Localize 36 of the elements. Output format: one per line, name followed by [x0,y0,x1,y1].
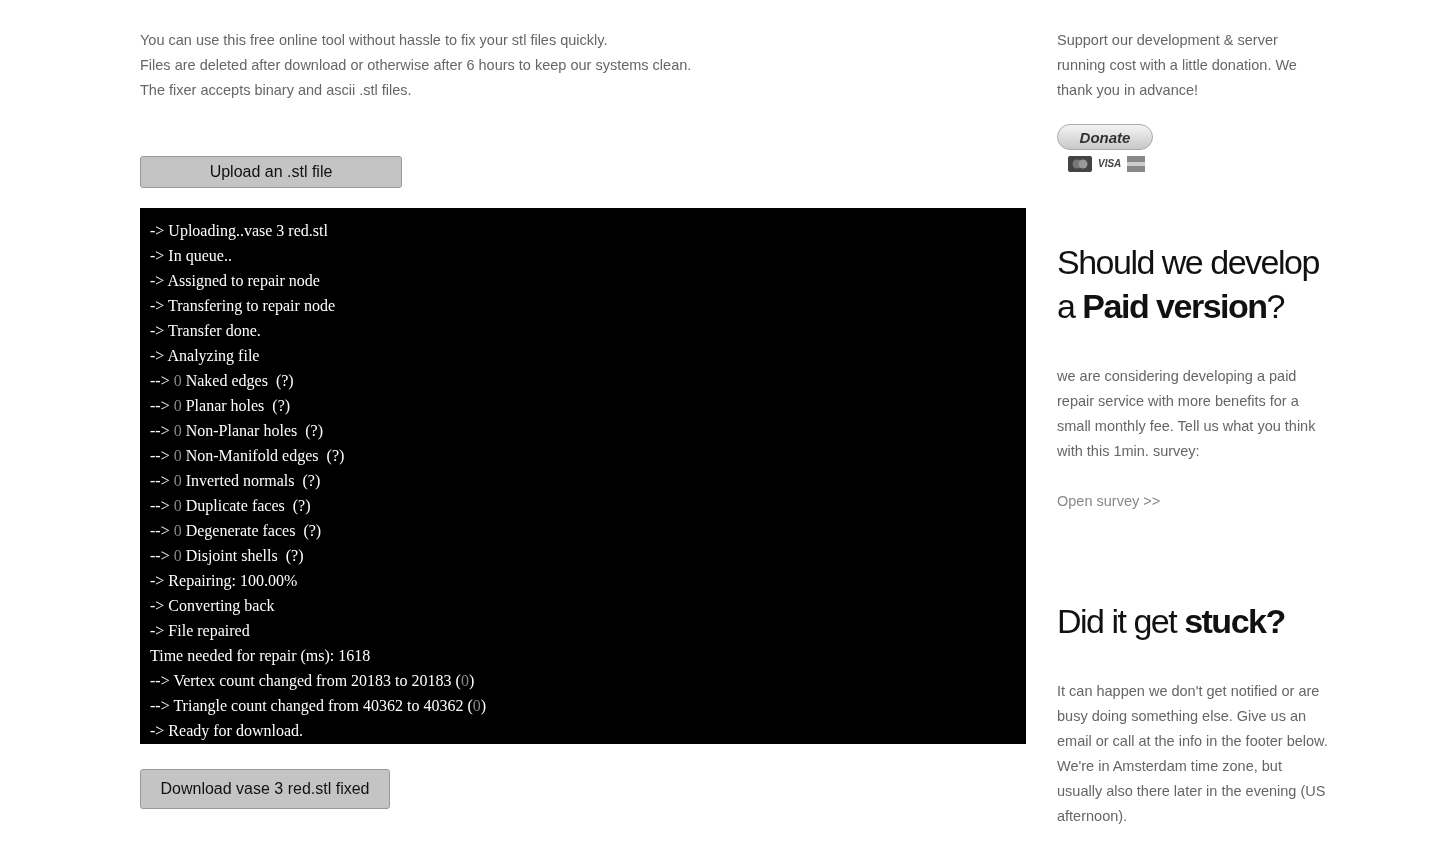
credit-card-icon [1068,156,1092,172]
section-heading: Should we develop a Paid version? [1057,242,1320,327]
credit-card-icon [1127,156,1146,172]
donate-button[interactable]: Donate [1057,124,1153,150]
log-line: --> 0 Inverted normals (?) [150,471,322,492]
log-line: --> 0 Non-Manifold edges (?) [150,446,346,467]
survey-link[interactable]: Open survey >> [1057,489,1161,514]
section-text: It can happen we don't get notified or are busy doing something else. Give us an email or call at the info in the footer below. We're in Amsterdam time zone, but usually also there later in the evening (US afternoon). [1057,682,1329,826]
log-line: -> Transfer done. [150,321,262,341]
section-text: we are considering developing a paid repair service with more benefits for a small monthly fee. Tell us what you think with this 1min. survey: [1057,367,1317,461]
log-line: -> Assigned to repair node [150,271,321,292]
log-line: -> Ready for download. [150,721,304,742]
log-line: -> Repairing: 100.00% [150,571,299,592]
log-line: -> Analyzing file [150,346,261,367]
log-line: --> 0 Disjoint shells (?) [150,546,305,567]
log-line: -> Converting back [150,596,276,617]
log-line: -> File repaired [150,621,251,642]
log-line: --> Vertex count changed from 20183 to 20183 (0) [150,671,476,692]
log-line: --> Triangle count changed from 40362 to 40362 (0) [150,696,488,717]
intro-text: You can use this free online tool without hassle to fix your stl files quickly. [140,31,609,50]
log-line: Time needed for repair (ms): 1618 [150,646,372,667]
log-line: -> In queue.. [150,246,233,267]
upload-button[interactable]: Upload an .stl file [140,156,402,188]
log-line: -> Transfering to repair node [150,296,336,317]
log-line: --> 0 Degenerate faces (?) [150,521,323,542]
log-line: --> 0 Planar holes (?) [150,396,292,417]
log-line: --> 0 Naked edges (?) [150,371,295,392]
log-line: --> 0 Non-Planar holes (?) [150,421,324,442]
support-text: Support our development & server running cost with a little donation. We thank you in advance! [1057,31,1298,100]
intro-text: Files are deleted after download or otherwise after 6 hours to keep our systems clean. [140,56,693,75]
card-label: VISA [1098,159,1122,169]
section-heading: Did it get stuck? [1057,601,1286,642]
log-line: --> 0 Duplicate faces (?) [150,496,312,517]
download-button[interactable]: Download vase 3 red.stl fixed [140,769,390,809]
intro-text: The fixer accepts binary and ascii .stl files. [140,81,413,100]
log-line: -> Uploading..vase 3 red.stl [150,221,329,242]
